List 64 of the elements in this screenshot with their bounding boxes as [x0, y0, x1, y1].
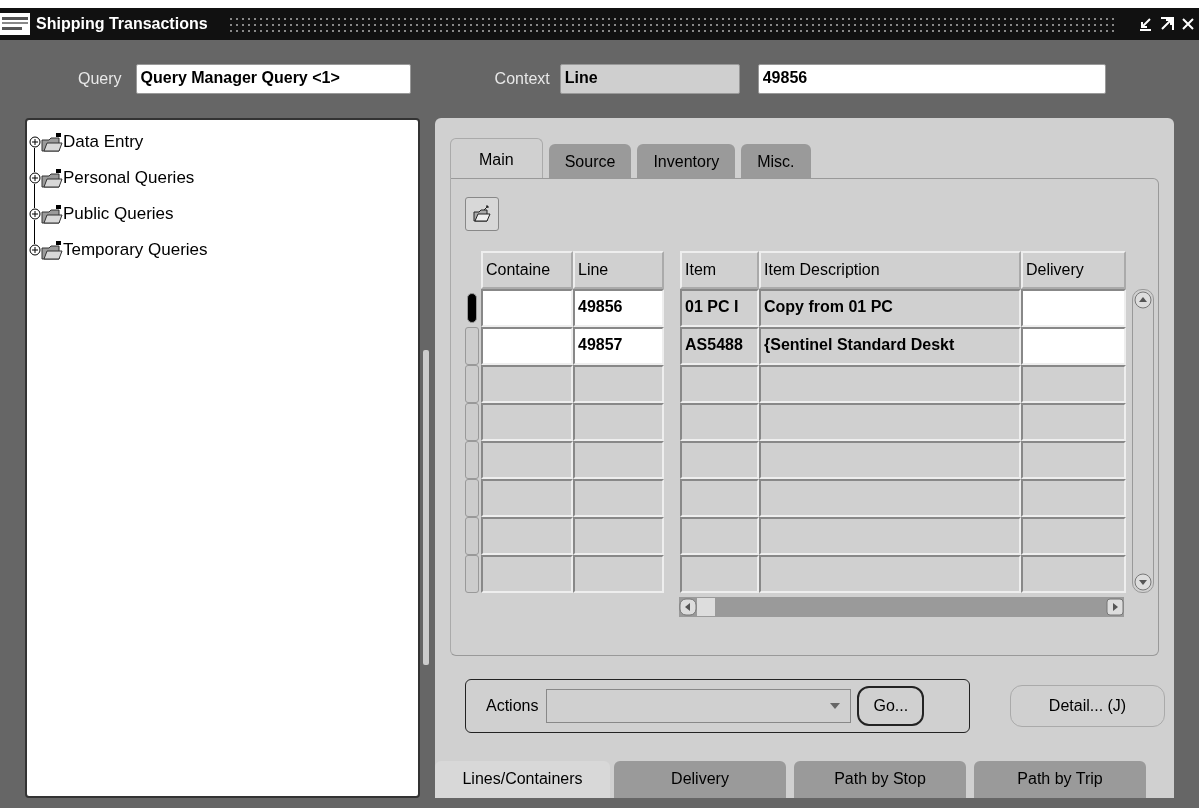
splitter-handle[interactable] [423, 350, 429, 665]
vertical-scrollbar[interactable] [1132, 289, 1154, 593]
table-cell: 01 PC I [680, 289, 759, 327]
tab[interactable]: Source [548, 144, 632, 178]
horizontal-scrollbar[interactable] [679, 597, 1124, 617]
scroll-thumb[interactable] [697, 598, 715, 616]
tab[interactable]: Delivery [614, 761, 786, 798]
go-button[interactable]: Go... [857, 686, 925, 726]
tab[interactable]: Inventory [637, 144, 736, 178]
tab[interactable]: Main [450, 138, 543, 178]
expand-icon[interactable] [29, 244, 41, 256]
minimize-icon[interactable] [1137, 16, 1153, 32]
tab[interactable]: Misc. [741, 144, 811, 178]
tree-item[interactable]: Data Entry [63, 132, 144, 152]
tree-line [34, 184, 35, 208]
logo-icon [0, 13, 30, 35]
context-label: Context [494, 70, 550, 88]
row-selector[interactable] [467, 293, 477, 323]
folder-icon [41, 240, 63, 260]
column-header: Item [680, 251, 759, 289]
query-field[interactable]: Query Manager Query <1> [135, 64, 411, 94]
tab[interactable]: Path by Trip [974, 761, 1146, 798]
column-header: Item Description [759, 251, 1021, 289]
detail-button[interactable]: Detail... (J) [1010, 685, 1165, 727]
expand-icon[interactable] [29, 208, 41, 220]
reference-field[interactable]: 49856 [757, 64, 1106, 94]
window-title: Shipping Transactions [36, 15, 208, 33]
tree-item[interactable]: Temporary Queries [63, 240, 208, 260]
actions-label: Actions [486, 697, 539, 715]
maximize-icon[interactable] [1159, 16, 1175, 32]
table-cell[interactable] [481, 327, 573, 365]
close-icon[interactable] [1181, 16, 1195, 32]
folder-icon [473, 205, 491, 223]
scroll-left-icon[interactable] [679, 598, 697, 616]
dropdown-arrow-icon [830, 703, 841, 709]
folder-icon [41, 168, 63, 188]
column-header: Containe [481, 251, 573, 289]
actions-dropdown[interactable] [546, 689, 852, 723]
tree-line [34, 220, 35, 244]
table-cell[interactable] [1021, 327, 1126, 365]
folder-icon [41, 132, 63, 152]
table-cell: Copy from 01 PC [759, 289, 1021, 327]
column-header: Delivery [1021, 251, 1126, 289]
tree-item[interactable]: Public Queries [63, 204, 174, 224]
scroll-up-icon[interactable] [1134, 291, 1152, 309]
table-cell: {Sentinel Standard Deskt [759, 327, 1021, 365]
tree-item[interactable]: Personal Queries [63, 168, 195, 188]
scroll-right-icon[interactable] [1106, 598, 1124, 616]
expand-icon[interactable] [29, 136, 41, 148]
tree-line [34, 148, 35, 172]
table-cell[interactable] [1021, 289, 1126, 327]
tab[interactable]: Lines/Containers [435, 761, 610, 798]
context-field: Line [559, 64, 740, 94]
tab[interactable]: Path by Stop [794, 761, 966, 798]
open-folder-button[interactable] [465, 197, 499, 231]
folder-icon [41, 204, 63, 224]
table-cell[interactable]: 49857 [573, 327, 664, 365]
column-header: Line [573, 251, 664, 289]
expand-icon[interactable] [29, 172, 41, 184]
scroll-down-icon[interactable] [1134, 573, 1152, 591]
table-cell[interactable]: 49856 [573, 289, 664, 327]
table-cell: AS5488 [680, 327, 759, 365]
table-cell[interactable] [481, 289, 573, 327]
query-label: Query [78, 70, 122, 88]
